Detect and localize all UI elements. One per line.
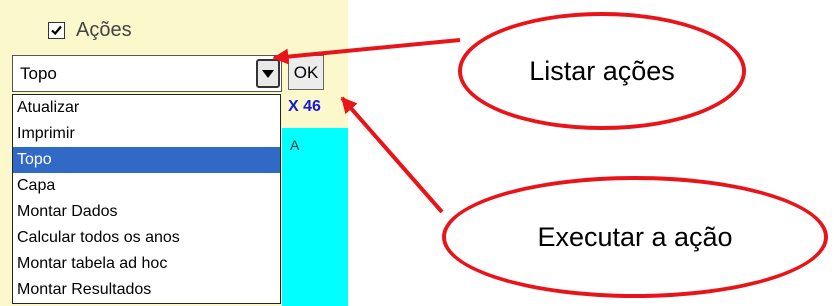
callout-execute-action: Executar a ação bbox=[442, 176, 828, 298]
arrow-to-dropdown-toggle bbox=[272, 38, 461, 65]
callout-list-actions-text: Listar ações bbox=[529, 55, 675, 86]
callout-execute-action-text: Executar a ação bbox=[537, 221, 733, 252]
callout-list-actions: Listar ações bbox=[458, 12, 746, 130]
arrow-to-ok-button bbox=[340, 96, 444, 214]
